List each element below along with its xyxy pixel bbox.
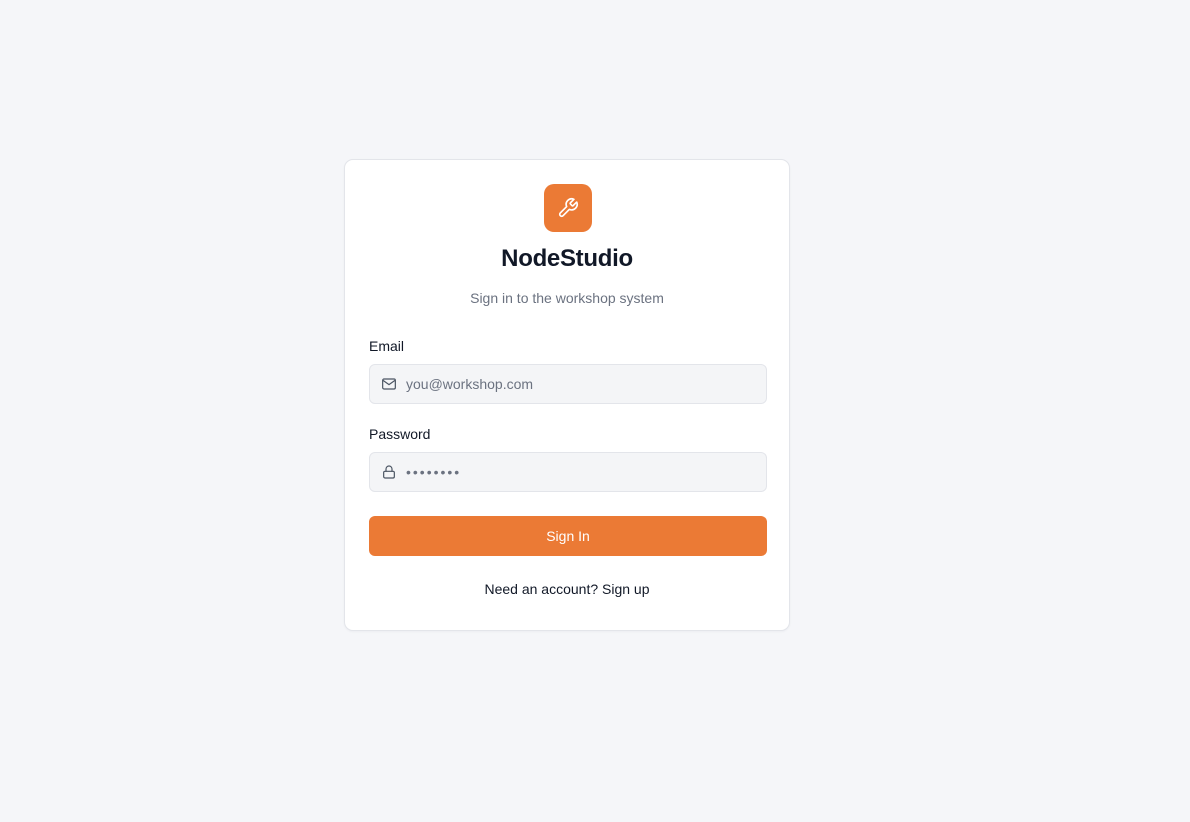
lock-icon bbox=[383, 465, 395, 479]
page-subtitle: Sign in to the workshop system bbox=[470, 290, 664, 306]
app-title: NodeStudio bbox=[501, 245, 633, 272]
sign-in-button[interactable]: Sign In bbox=[369, 516, 767, 556]
mail-icon bbox=[382, 378, 396, 390]
password-field[interactable] bbox=[406, 453, 756, 491]
sign-up-link[interactable]: Sign up bbox=[602, 581, 649, 597]
signup-prompt-text: Need an account? bbox=[484, 581, 599, 597]
password-label: Password bbox=[369, 426, 431, 442]
password-field-wrapper bbox=[369, 452, 767, 492]
wrench-icon bbox=[544, 184, 592, 232]
signup-prompt: Need an account? Sign up bbox=[345, 580, 789, 598]
email-field-wrapper bbox=[369, 364, 767, 404]
login-card: NodeStudio Sign in to the workshop syste… bbox=[344, 159, 790, 631]
email-field[interactable] bbox=[406, 365, 756, 403]
email-label: Email bbox=[369, 338, 405, 354]
